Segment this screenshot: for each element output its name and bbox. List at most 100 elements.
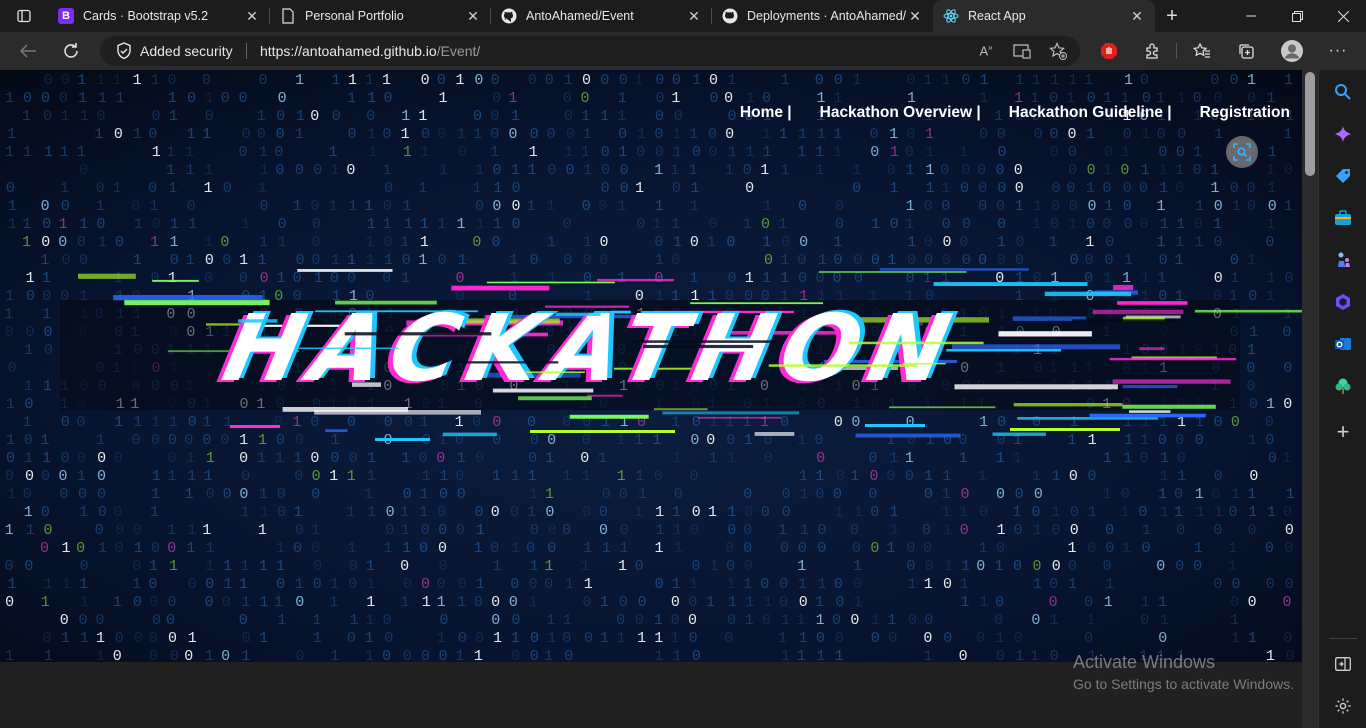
binary-digit: 1 [275, 450, 284, 467]
minimize-button[interactable] [1228, 0, 1274, 32]
binary-digit: 0 [77, 234, 86, 251]
sidebar-settings-button[interactable] [1331, 694, 1355, 718]
glitch-slice [296, 347, 399, 350]
scrollbar-thumb[interactable] [1305, 72, 1315, 176]
sidebar-search-button[interactable] [1331, 80, 1355, 104]
binary-digit: 1 [1248, 504, 1257, 521]
binary-digit: 1 [437, 594, 446, 611]
binary-digit: 1 [762, 126, 771, 143]
binary-digit: 0 [274, 144, 283, 161]
sidebar-shopping-button[interactable] [1331, 164, 1355, 188]
close-tab-icon[interactable]: ✕ [686, 8, 702, 24]
app-available-button[interactable] [1012, 41, 1032, 61]
sidebar-hide-button[interactable] [1331, 652, 1355, 676]
binary-digit: 1 [169, 234, 178, 251]
binary-digit: 0 [761, 216, 770, 233]
binary-digit: 0 [115, 540, 124, 557]
binary-digit: 0 [1049, 126, 1058, 143]
sidebar-copilot-button[interactable] [1331, 122, 1355, 146]
nav-registration[interactable]: Registration [1200, 104, 1290, 122]
binary-digit: 1 [223, 576, 232, 593]
binary-digit: 0 [959, 234, 968, 251]
binary-digit: 0 [61, 252, 70, 269]
back-button[interactable] [13, 37, 43, 65]
binary-digit: 0 [151, 432, 160, 449]
binary-digit: 1 [744, 432, 753, 449]
binary-digit: 1 [276, 540, 285, 557]
binary-digit: 0 [620, 180, 629, 197]
binary-digit: 0 [1085, 252, 1094, 269]
close-tab-icon[interactable]: ✕ [907, 8, 923, 24]
add-favorite-button[interactable] [1048, 41, 1068, 61]
binary-digit: 1 [204, 234, 213, 251]
binary-digit: 0 [168, 594, 177, 611]
binary-digit: 0 [6, 450, 15, 467]
binary-digit: 0 [491, 72, 500, 89]
close-tab-icon[interactable]: ✕ [1129, 8, 1145, 24]
sidebar-microsoft365-button[interactable] [1331, 290, 1355, 314]
binary-digit: 0 [923, 630, 932, 647]
extension-adblock-button[interactable] [1099, 41, 1119, 61]
binary-digit: 0 [151, 108, 160, 125]
security-indicator[interactable]: Added security [116, 36, 233, 66]
microsoft365-icon [1336, 294, 1350, 310]
binary-digit: 1 [401, 450, 410, 467]
nav-hackathon-guideline[interactable]: Hackathon Guideline | [1009, 104, 1172, 122]
close-tab-icon[interactable]: ✕ [465, 8, 481, 24]
settings-more-button[interactable]: ··· [1328, 41, 1348, 61]
binary-digit: 1 [205, 540, 214, 557]
sidebar-games-button[interactable] [1331, 248, 1355, 272]
binary-digit: 0 [798, 270, 807, 287]
tab-personal-portfolio[interactable]: Personal Portfolio ✕ [270, 0, 491, 32]
binary-digit: 1 [763, 594, 772, 611]
binary-digit: 1 [833, 126, 842, 143]
binary-digit: 1 [186, 252, 195, 269]
visual-search-button[interactable] [1226, 136, 1258, 168]
close-window-button[interactable] [1320, 0, 1366, 32]
binary-digit: 1 [527, 198, 536, 215]
binary-digit: 1 [672, 576, 681, 593]
sidebar-drop-button[interactable] [1331, 374, 1355, 398]
binary-digit: 1 [1247, 486, 1256, 503]
binary-digit: 0 [566, 126, 575, 143]
binary-digit: 1 [1124, 252, 1133, 269]
read-aloud-button[interactable]: A» [976, 41, 996, 61]
binary-digit: 1 [618, 90, 627, 107]
tab-actions-button[interactable] [0, 0, 48, 32]
tab-github-event[interactable]: AntoAhamed/Event ✕ [491, 0, 712, 32]
binary-digit: 0 [529, 576, 538, 593]
scrollbar[interactable] [1302, 70, 1318, 728]
glitch-streak [1044, 291, 1132, 297]
binary-digit: 1 [1103, 270, 1112, 287]
profile-button[interactable] [1280, 39, 1304, 63]
tab-github-deployments[interactable]: Deployments · AntoAhamed/ ✕ [712, 0, 933, 32]
sidebar-add-button[interactable]: + [1331, 419, 1355, 444]
collections-button[interactable] [1236, 41, 1256, 61]
binary-digit: 1 [6, 396, 15, 413]
binary-digit: 1 [638, 486, 647, 503]
nav-hackathon-overview[interactable]: Hackathon Overview | [820, 104, 981, 122]
binary-digit: 1 [1124, 72, 1133, 89]
tab-actions-icon [17, 9, 31, 23]
extensions-button[interactable] [1143, 41, 1163, 61]
binary-digit: 1 [1142, 522, 1151, 539]
binary-digit: 0 [598, 198, 607, 215]
restore-button[interactable] [1274, 0, 1320, 32]
nav-home[interactable]: Home | [740, 104, 792, 122]
binary-digit: 0 [530, 432, 539, 449]
binary-digit: 1 [96, 648, 105, 662]
tab-bootstrap-cards[interactable]: B Cards · Bootstrap v5.2 ✕ [48, 0, 270, 32]
binary-digit: 0 [347, 270, 356, 287]
close-tab-icon[interactable]: ✕ [244, 8, 260, 24]
url-text[interactable]: https://antoahamed.github.io/Event/ [260, 36, 480, 66]
tab-react-app[interactable]: React App ✕ [933, 0, 1155, 32]
binary-digit: 1 [329, 594, 338, 611]
sidebar-outlook-button[interactable] [1331, 332, 1355, 356]
favorites-button[interactable] [1192, 41, 1212, 61]
binary-digit: 0 [943, 576, 952, 593]
binary-digit: 1 [634, 72, 643, 89]
address-bar[interactable]: Added security https://antoahamed.github… [100, 36, 1080, 66]
refresh-button[interactable] [56, 37, 86, 65]
sidebar-tools-button[interactable] [1331, 206, 1355, 230]
new-tab-button[interactable]: + [1155, 0, 1189, 32]
